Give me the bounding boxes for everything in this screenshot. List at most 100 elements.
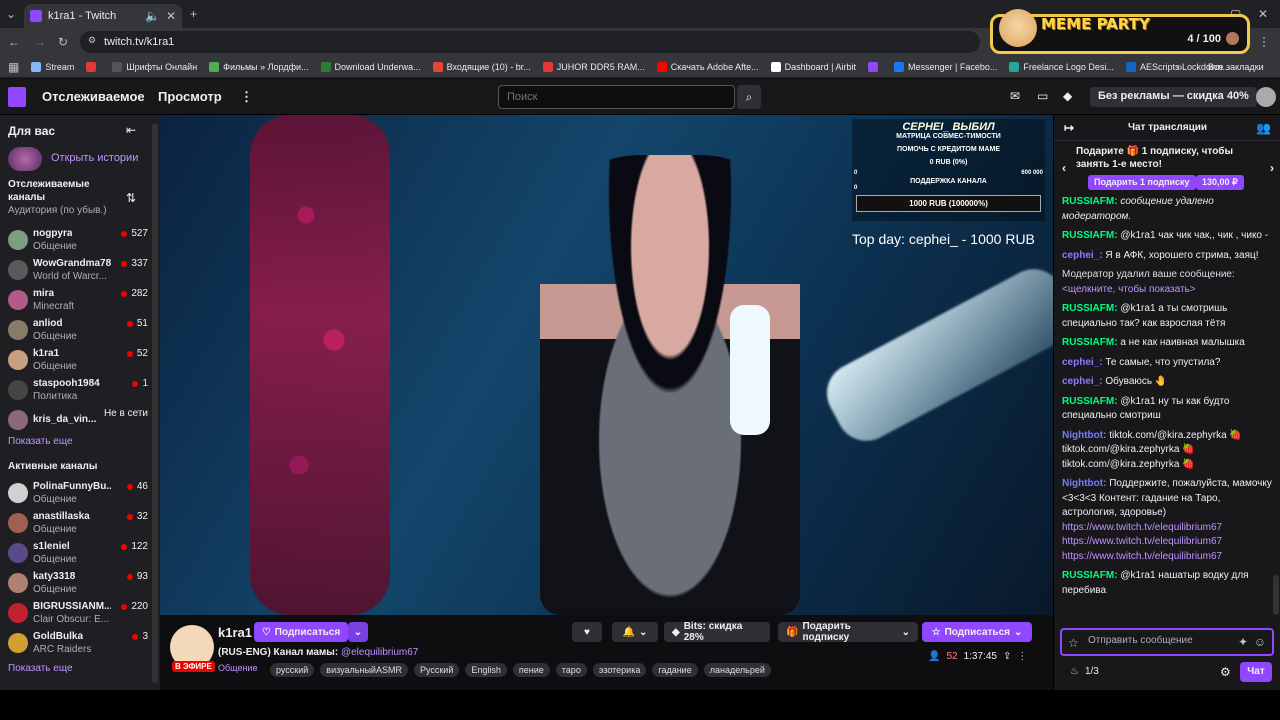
show-more-active[interactable]: Показать еще [8, 663, 73, 674]
sidebar-scrollbar[interactable] [152, 123, 158, 683]
bookmark-item[interactable] [86, 61, 100, 72]
browser-tab[interactable]: k1ra1 - Twitch 🔈 ✕ [24, 4, 182, 28]
sidebar-channel[interactable]: k1ra1 Общение 52 [8, 348, 148, 378]
bookmark-item[interactable]: Dashboard | Airbit [770, 61, 856, 72]
bookmark-item[interactable]: Messenger | Facebo... [893, 61, 997, 72]
inbox-icon[interactable]: ✉ [1010, 89, 1020, 103]
chat-link[interactable]: <щелкните, чтобы показать> [1062, 284, 1196, 295]
stream-tag[interactable]: гадание [652, 663, 698, 677]
bookmark-item[interactable]: Шрифты Онлайн [112, 61, 197, 72]
whispers-icon[interactable]: ▭ [1037, 89, 1048, 103]
sidebar-channel[interactable]: staspooh1984 Политика 1 [8, 378, 148, 408]
stream-tag[interactable]: ланадельрей [703, 663, 771, 677]
chat-username[interactable]: RUSSIAFM: [1062, 303, 1118, 314]
bookmark-item[interactable]: JUHOR DDR5 RAM... [542, 61, 645, 72]
notify-button[interactable]: 🔔 ⌄ [612, 622, 658, 642]
stream-tag[interactable]: English [465, 663, 507, 677]
close-tab-icon[interactable]: ✕ [166, 9, 176, 23]
chat-username[interactable]: cephei_: [1062, 376, 1103, 387]
sidebar-channel[interactable]: mira Minecraft 282 [8, 288, 148, 318]
more-menu-icon[interactable]: ⋮ [240, 89, 253, 105]
forward-icon[interactable]: → [34, 35, 46, 49]
new-tab-icon[interactable]: + [190, 7, 197, 21]
chat-send-button[interactable]: Чат [1240, 662, 1272, 682]
like-button[interactable]: ♥ [572, 622, 602, 642]
prev-arrow-icon[interactable]: ‹ [1062, 161, 1066, 175]
more-options-icon[interactable]: ⋮ [1017, 651, 1027, 662]
chat-username[interactable]: Nightbot: [1062, 430, 1106, 441]
show-more-followed[interactable]: Показать еще [8, 436, 73, 447]
back-icon[interactable]: ← [8, 35, 20, 49]
sort-icon[interactable]: ⇅ [126, 191, 136, 205]
subscribe-button[interactable]: ☆ Подписаться ⌄ [922, 622, 1032, 642]
stream-tag[interactable]: Русский [413, 663, 460, 677]
stream-mention-link[interactable]: @elequilibrium67 [341, 647, 418, 658]
stream-tag[interactable]: таро [555, 663, 587, 677]
follow-dropdown[interactable]: ⌄ [348, 622, 368, 642]
sidebar-channel[interactable]: s1leniel Общение 122 [8, 541, 148, 571]
channel-points-icon[interactable]: ☆ [1068, 636, 1079, 650]
notifications-icon[interactable]: ◆ [1063, 89, 1072, 103]
browser-menu-icon[interactable]: ⋮ [1258, 35, 1270, 49]
stream-tag[interactable]: визуальныйASMR [320, 663, 408, 677]
sidebar-channel[interactable]: PolinaFunnyBu... Общение 46 [8, 481, 148, 511]
chat-username[interactable]: RUSSIAFM: [1062, 396, 1118, 407]
sidebar-channel[interactable]: anastillaska Общение 32 [8, 511, 148, 541]
reactions-icon[interactable]: ✦ [1238, 635, 1248, 649]
window-close-icon[interactable]: ✕ [1258, 7, 1268, 21]
collapse-chat-icon[interactable]: ↦ [1064, 121, 1074, 135]
sidebar-channel[interactable]: anliod Общение 51 [8, 318, 148, 348]
follow-button[interactable]: ♡ Подписаться [254, 622, 348, 642]
all-bookmarks[interactable]: Все закладки [1208, 62, 1264, 72]
stream-tag[interactable]: эзотерика [592, 663, 647, 677]
open-stories-link[interactable]: Открыть истории [51, 152, 138, 164]
gift-price-button[interactable]: 130,00 ₽ [1196, 175, 1244, 190]
chat-username[interactable]: RUSSIAFM: [1062, 570, 1118, 581]
gift-sub-button[interactable]: 🎁 Подарить подписку ⌄ [778, 621, 918, 643]
apps-grid-icon[interactable]: ▦ [8, 60, 19, 74]
channel-name[interactable]: k1ra1 [218, 625, 252, 640]
tab-list-icon[interactable]: ⌄ [6, 7, 16, 21]
bookmark-item[interactable]: Скачать Adobe Afte... [656, 61, 759, 72]
chat-username[interactable]: Nightbot: [1062, 478, 1106, 489]
chat-link[interactable]: https://www.twitch.tv/elequilibrium67 ht… [1062, 522, 1222, 562]
stories-avatar[interactable] [8, 147, 42, 171]
chat-username[interactable]: RUSSIAFM: [1062, 337, 1118, 348]
sidebar-channel[interactable]: katy3318 Общение 93 [8, 571, 148, 601]
chat-settings-icon[interactable]: ⚙ [1220, 665, 1231, 679]
emote-icon[interactable]: ☺ [1254, 635, 1266, 649]
points-counter[interactable]: ♨ 1/3 [1070, 666, 1099, 677]
stream-tag[interactable]: пение [512, 663, 550, 677]
community-icon[interactable]: 👥 [1256, 121, 1271, 135]
search-button[interactable]: ⌕ [737, 85, 761, 109]
next-arrow-icon[interactable]: › [1270, 161, 1274, 175]
nav-following[interactable]: Отслеживаемое [42, 89, 145, 104]
chat-input[interactable]: ☆ Отправить сообщение ✦ ☺ [1060, 628, 1274, 656]
collapse-sidebar-icon[interactable]: ⇤ [126, 123, 136, 137]
video-player[interactable]: СЕРНЕI_ ВЫБИЛ МАТРИЦА СОВМЕС-ТИМОСТИ ПОМ… [160, 115, 1053, 615]
chat-username[interactable]: cephei_: [1062, 357, 1103, 368]
chat-username[interactable]: RUSSIAFM: [1062, 196, 1118, 207]
no-ads-button[interactable]: Без рекламы — скидка 40% [1090, 87, 1257, 107]
sidebar-channel[interactable]: GoldBulka ARC Raiders 3 [8, 631, 148, 661]
more-bookmarks-icon[interactable]: » [1176, 60, 1183, 74]
chat-username[interactable]: RUSSIAFM: [1062, 230, 1118, 241]
site-info-icon[interactable]: ⚙ [88, 35, 96, 46]
share-icon[interactable]: ⇪ [1003, 651, 1011, 662]
bookmark-item[interactable]: Stream [31, 61, 74, 72]
bookmark-item[interactable]: Входящие (10) - br... [432, 61, 531, 72]
stream-category[interactable]: Общение [218, 663, 257, 673]
sidebar-channel[interactable]: nogpyra Общение 527 [8, 228, 148, 258]
twitch-logo-icon[interactable] [8, 87, 26, 107]
speaker-icon[interactable]: 🔈 [145, 9, 160, 23]
sidebar-channel[interactable]: WowGrandma78 World of Warcr... 337 [8, 258, 148, 288]
nav-browse[interactable]: Просмотр [158, 89, 222, 104]
bits-button[interactable]: ◆ Bits: скидка 28% [664, 621, 770, 643]
user-avatar[interactable] [1256, 87, 1276, 107]
stream-tag[interactable]: русский [270, 663, 315, 677]
reload-icon[interactable]: ↻ [58, 35, 68, 49]
search-input[interactable] [498, 85, 735, 109]
sidebar-channel[interactable]: BIGRUSSIANM... Clair Obscur: E... 220 [8, 601, 148, 631]
chat-scrollbar[interactable] [1273, 575, 1279, 615]
url-field[interactable]: ⚙ twitch.tv/k1ra1 [80, 31, 980, 53]
